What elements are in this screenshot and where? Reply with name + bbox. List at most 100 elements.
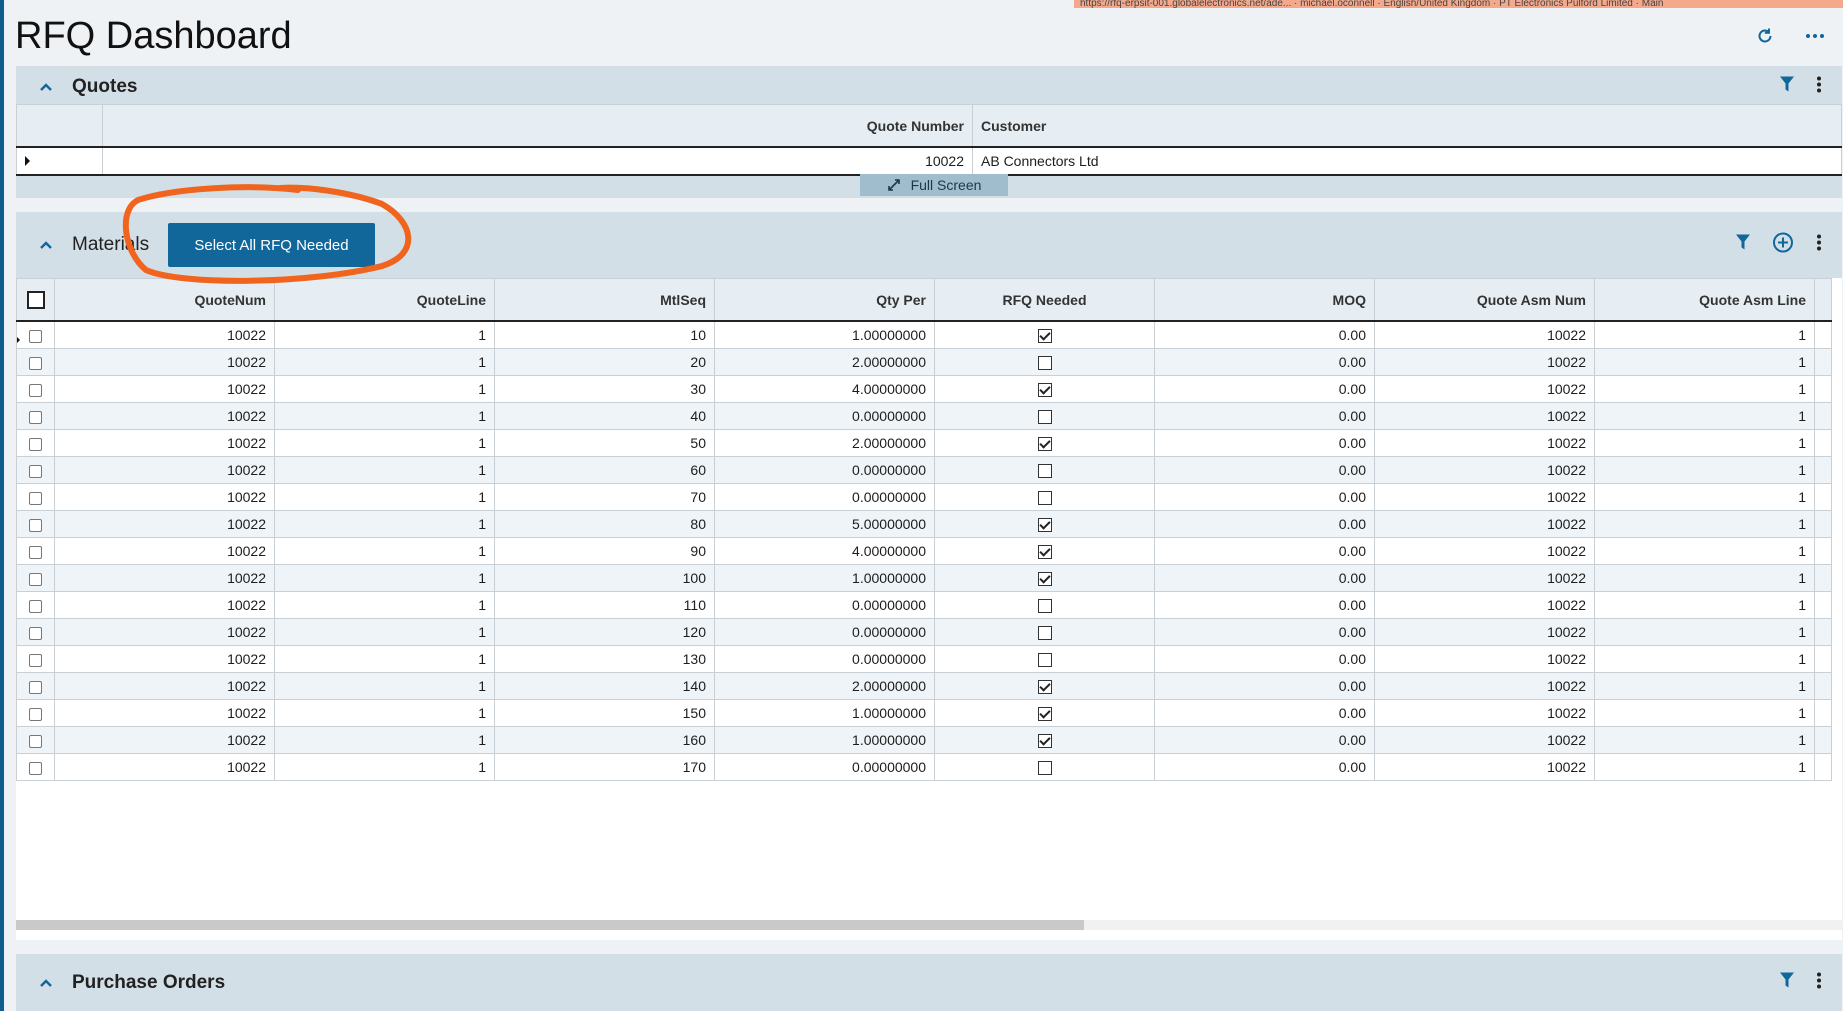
checked-checkbox-icon[interactable] xyxy=(1037,572,1052,587)
chevron-up-icon[interactable] xyxy=(36,77,56,97)
checked-checkbox-icon[interactable] xyxy=(1037,680,1052,695)
kebab-menu-icon[interactable] xyxy=(1816,971,1822,994)
qty-per-cell[interactable]: 0.00000000 xyxy=(714,618,935,646)
moq-cell[interactable]: 0.00 xyxy=(1154,645,1375,673)
quotenum-cell[interactable]: 10022 xyxy=(54,402,275,430)
col-mtlseq[interactable]: MtlSeq xyxy=(494,278,715,322)
col-qty-per[interactable]: Qty Per xyxy=(714,278,935,322)
quotenum-cell[interactable]: 10022 xyxy=(54,537,275,565)
moq-cell[interactable]: 0.00 xyxy=(1154,483,1375,511)
quotenum-cell[interactable]: 10022 xyxy=(54,645,275,673)
quote-asm-num-cell[interactable]: 10022 xyxy=(1374,645,1595,673)
table-row[interactable]: 10022 1 110 0.00000000 0.00 10022 1 xyxy=(16,591,1832,619)
mtlseq-cell[interactable]: 110 xyxy=(494,591,715,619)
row-checkbox[interactable] xyxy=(29,437,42,451)
table-row[interactable]: 10022 1 120 0.00000000 0.00 10022 1 xyxy=(16,618,1832,646)
quote-asm-num-cell[interactable]: 10022 xyxy=(1374,375,1595,403)
mtlseq-cell[interactable]: 50 xyxy=(494,429,715,457)
qty-per-cell[interactable]: 4.00000000 xyxy=(714,537,935,565)
row-select-cell[interactable] xyxy=(16,591,55,619)
quote-asm-num-cell[interactable]: 10022 xyxy=(1374,510,1595,538)
table-row[interactable]: 10022 1 140 2.00000000 0.00 10022 1 xyxy=(16,672,1832,700)
qty-per-cell[interactable]: 0.00000000 xyxy=(714,591,935,619)
rfq-needed-cell[interactable] xyxy=(934,618,1155,646)
quote-asm-num-cell[interactable]: 10022 xyxy=(1374,483,1595,511)
qty-per-cell[interactable]: 5.00000000 xyxy=(714,510,935,538)
col-quote-asm-num[interactable]: Quote Asm Num xyxy=(1374,278,1595,322)
quote-asm-num-cell[interactable]: 10022 xyxy=(1374,618,1595,646)
unchecked-checkbox-icon[interactable] xyxy=(1037,599,1052,614)
quote-asm-line-cell[interactable]: 1 xyxy=(1594,483,1815,511)
quotenum-cell[interactable]: 10022 xyxy=(54,726,275,754)
mtlseq-cell[interactable]: 60 xyxy=(494,456,715,484)
mtlseq-cell[interactable]: 70 xyxy=(494,483,715,511)
quoteline-cell[interactable]: 1 xyxy=(274,483,495,511)
row-select-cell[interactable] xyxy=(16,375,55,403)
quote-asm-line-cell[interactable]: 1 xyxy=(1594,645,1815,673)
checked-checkbox-icon[interactable] xyxy=(1037,329,1052,344)
kebab-menu-icon[interactable] xyxy=(1816,234,1822,257)
mtlseq-cell[interactable]: 20 xyxy=(494,348,715,376)
full-screen-button[interactable]: Full Screen xyxy=(860,174,1008,196)
col-quoteline[interactable]: QuoteLine xyxy=(274,278,495,322)
qty-per-cell[interactable]: 1.00000000 xyxy=(714,564,935,592)
quote-asm-line-cell[interactable]: 1 xyxy=(1594,564,1815,592)
table-row[interactable]: 10022 1 80 5.00000000 0.00 10022 1 xyxy=(16,510,1832,538)
quote-asm-line-cell[interactable]: 1 xyxy=(1594,402,1815,430)
checked-checkbox-icon[interactable] xyxy=(1037,383,1052,398)
qty-per-cell[interactable]: 2.00000000 xyxy=(714,672,935,700)
row-select-cell[interactable] xyxy=(16,456,55,484)
quotenum-cell[interactable]: 10022 xyxy=(54,375,275,403)
rfq-needed-cell[interactable] xyxy=(934,591,1155,619)
quote-asm-num-cell[interactable]: 10022 xyxy=(1374,456,1595,484)
quotenum-cell[interactable]: 10022 xyxy=(54,429,275,457)
rfq-needed-cell[interactable] xyxy=(934,672,1155,700)
unchecked-checkbox-icon[interactable] xyxy=(1037,464,1052,479)
quoteline-cell[interactable]: 1 xyxy=(274,510,495,538)
table-row[interactable]: 10022 1 40 0.00000000 0.00 10022 1 xyxy=(16,402,1832,430)
table-row[interactable]: 10022 1 130 0.00000000 0.00 10022 1 xyxy=(16,645,1832,673)
qty-per-cell[interactable]: 1.00000000 xyxy=(714,726,935,754)
rfq-needed-cell[interactable] xyxy=(934,483,1155,511)
col-quote-asm-line[interactable]: Quote Asm Line xyxy=(1594,278,1815,322)
table-row[interactable]: 10022 1 100 1.00000000 0.00 10022 1 xyxy=(16,564,1832,592)
chevron-up-icon[interactable] xyxy=(36,973,56,993)
moq-cell[interactable]: 0.00 xyxy=(1154,375,1375,403)
rfq-needed-cell[interactable] xyxy=(934,320,1155,349)
moq-cell[interactable]: 0.00 xyxy=(1154,429,1375,457)
quote-asm-num-cell[interactable]: 10022 xyxy=(1374,348,1595,376)
row-select-cell[interactable] xyxy=(16,699,55,727)
checked-checkbox-icon[interactable] xyxy=(1037,734,1052,749)
mtlseq-cell[interactable]: 10 xyxy=(494,320,715,349)
row-checkbox[interactable] xyxy=(29,680,42,694)
quotenum-cell[interactable]: 10022 xyxy=(54,456,275,484)
quote-asm-line-cell[interactable]: 1 xyxy=(1594,456,1815,484)
checked-checkbox-icon[interactable] xyxy=(1037,437,1052,452)
quotes-col-quote-number[interactable]: Quote Number xyxy=(102,104,973,148)
row-select-cell[interactable] xyxy=(16,402,55,430)
row-checkbox[interactable] xyxy=(29,410,42,424)
quote-asm-line-cell[interactable]: 1 xyxy=(1594,320,1815,349)
quote-asm-line-cell[interactable]: 1 xyxy=(1594,591,1815,619)
quotenum-cell[interactable]: 10022 xyxy=(54,753,275,781)
quote-asm-num-cell[interactable]: 10022 xyxy=(1374,591,1595,619)
quote-asm-line-cell[interactable]: 1 xyxy=(1594,699,1815,727)
quoteline-cell[interactable]: 1 xyxy=(274,429,495,457)
qty-per-cell[interactable]: 1.00000000 xyxy=(714,699,935,727)
moq-cell[interactable]: 0.00 xyxy=(1154,402,1375,430)
col-quotenum[interactable]: QuoteNum xyxy=(54,278,275,322)
quote-asm-num-cell[interactable]: 10022 xyxy=(1374,726,1595,754)
rfq-needed-cell[interactable] xyxy=(934,510,1155,538)
table-row[interactable]: 10022 1 160 1.00000000 0.00 10022 1 xyxy=(16,726,1832,754)
mtlseq-cell[interactable]: 80 xyxy=(494,510,715,538)
rfq-needed-cell[interactable] xyxy=(934,456,1155,484)
checked-checkbox-icon[interactable] xyxy=(1037,518,1052,533)
rfq-needed-cell[interactable] xyxy=(934,537,1155,565)
table-row[interactable]: 10022 1 20 2.00000000 0.00 10022 1 xyxy=(16,348,1832,376)
row-select-cell[interactable] xyxy=(16,753,55,781)
checkbox-icon[interactable] xyxy=(26,290,45,309)
quoteline-cell[interactable]: 1 xyxy=(274,672,495,700)
qty-per-cell[interactable]: 0.00000000 xyxy=(714,753,935,781)
table-row[interactable]: 10022 1 10 1.00000000 0.00 10022 1 xyxy=(16,320,1832,349)
mtlseq-cell[interactable]: 120 xyxy=(494,618,715,646)
